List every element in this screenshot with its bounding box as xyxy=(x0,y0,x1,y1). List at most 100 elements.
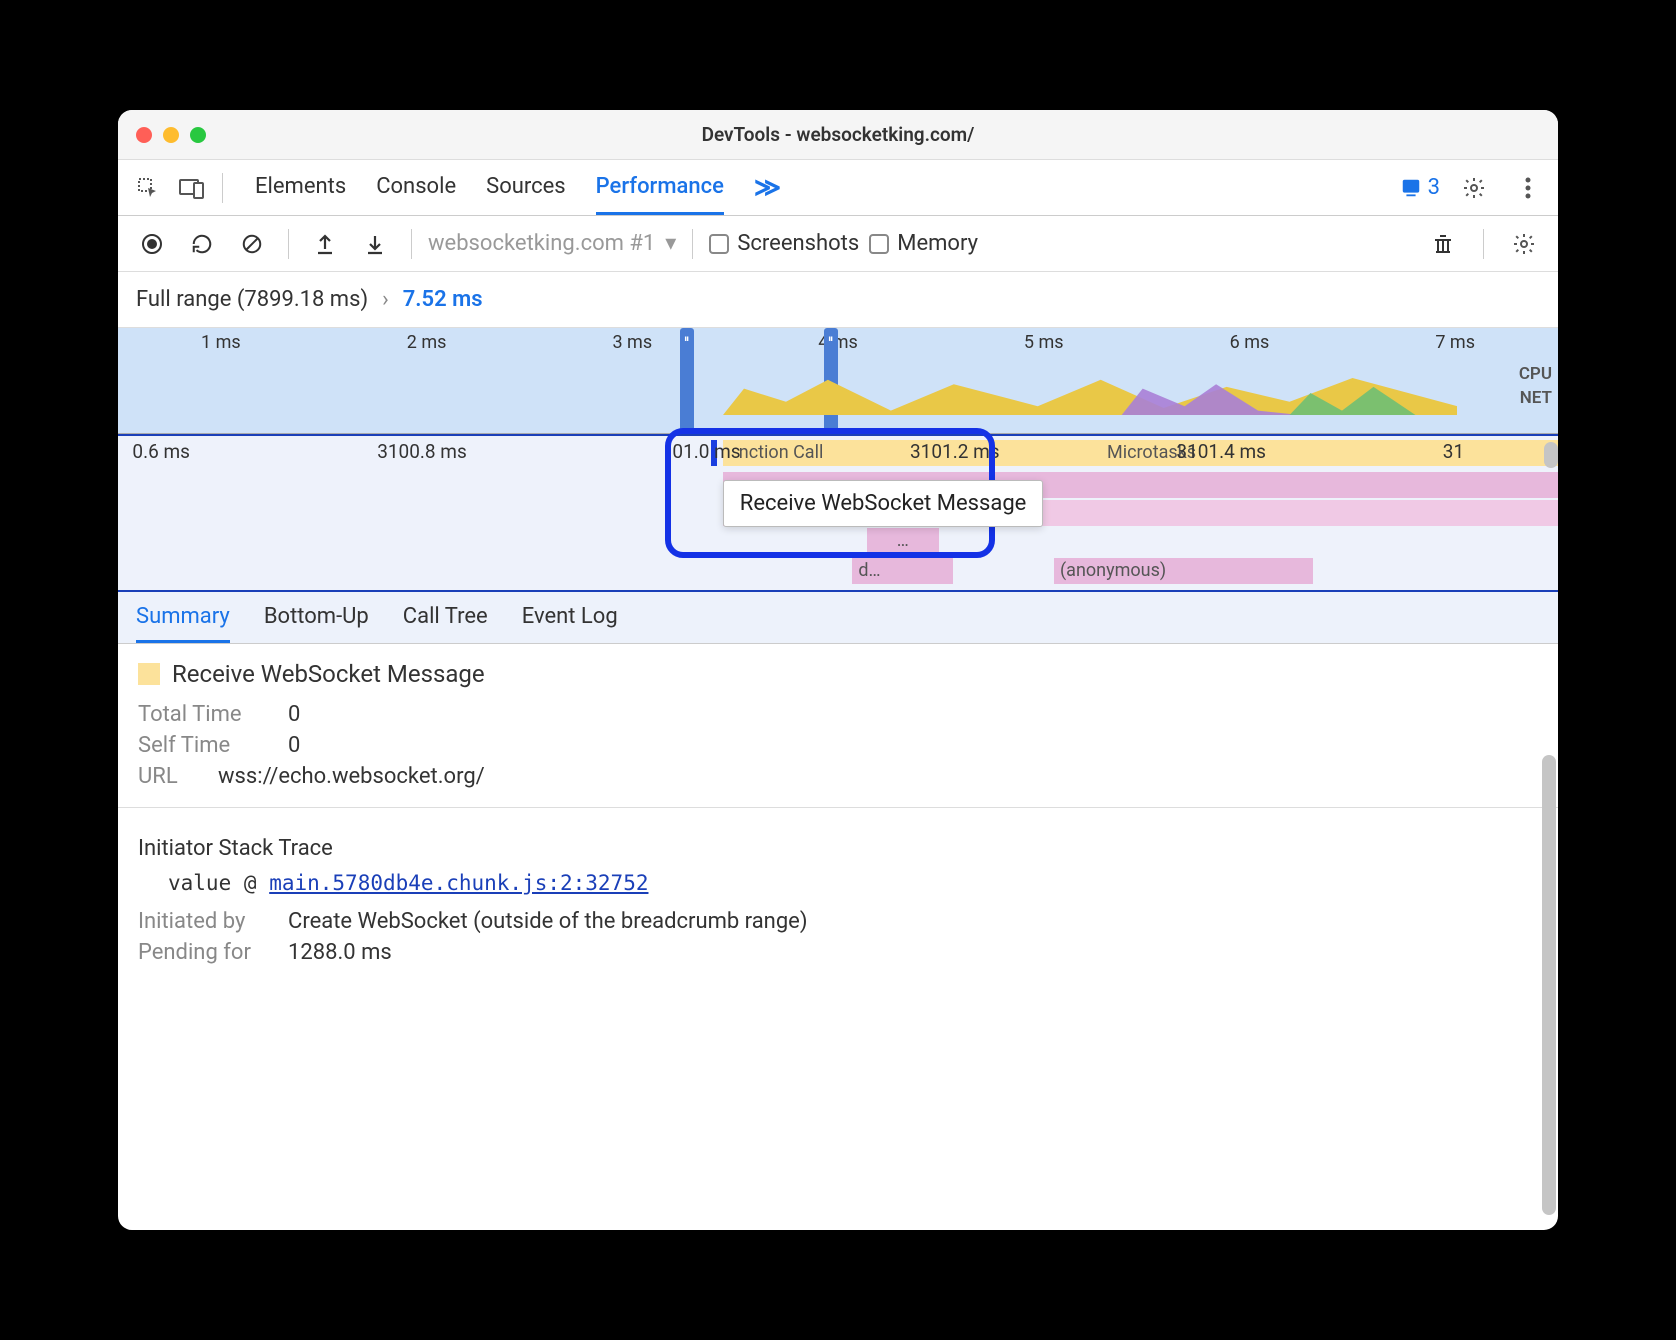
summary-url: URL wss://echo.websocket.org/ xyxy=(138,764,1538,789)
overview-lane-labels: CPU NET xyxy=(1519,362,1552,410)
tab-event-log[interactable]: Event Log xyxy=(522,592,618,643)
overview-tick: 7 ms xyxy=(1352,332,1558,353)
more-tabs-button[interactable]: ≫ xyxy=(754,173,781,203)
checkbox-box xyxy=(869,234,889,254)
stack-trace-title: Initiator Stack Trace xyxy=(138,836,1538,861)
clear-button[interactable] xyxy=(232,224,272,264)
overview-tick: 3 ms xyxy=(529,332,735,353)
screenshots-label: Screenshots xyxy=(737,231,859,256)
overview-tick: 6 ms xyxy=(1147,332,1353,353)
summary-self-time: Self Time 0 xyxy=(138,733,1538,758)
issues-button[interactable]: 3 xyxy=(1400,175,1440,200)
window-title: DevTools - websocketking.com/ xyxy=(118,123,1558,146)
memory-label: Memory xyxy=(897,231,978,256)
tab-sources[interactable]: Sources xyxy=(486,160,566,215)
kv-key: Pending for xyxy=(138,940,268,965)
panel-scrollbar-thumb[interactable] xyxy=(1542,755,1556,1215)
toolbar-divider xyxy=(411,229,412,259)
kv-key: Initiated by xyxy=(138,909,268,934)
tab-call-tree[interactable]: Call Tree xyxy=(403,592,488,643)
summary-pending-for: Pending for 1288.0 ms xyxy=(138,940,1538,965)
flame-event[interactable] xyxy=(723,528,1558,554)
settings-icon[interactable] xyxy=(1454,168,1494,208)
flame-tick: 31 xyxy=(1443,440,1464,463)
window-controls xyxy=(136,127,206,143)
checkbox-box xyxy=(709,234,729,254)
stack-link[interactable]: main.5780db4e.chunk.js:2:32752 xyxy=(269,871,648,895)
overview-cpu-chart xyxy=(723,371,1457,415)
recording-select-label: websocketking.com #1 xyxy=(428,231,655,256)
stack-at: @ xyxy=(244,871,257,895)
flame-tick: 3101.2 ms xyxy=(910,440,1000,463)
kv-key: Self Time xyxy=(138,733,268,758)
kv-value: wss://echo.websocket.org/ xyxy=(218,764,485,789)
inspect-element-icon[interactable] xyxy=(128,168,168,208)
close-window-button[interactable] xyxy=(136,127,152,143)
capture-settings-icon[interactable] xyxy=(1504,224,1544,264)
flame-event[interactable]: d… xyxy=(852,558,953,584)
panel-tabs: Elements Console Sources Performance ≫ xyxy=(255,160,781,215)
overview-tick: 1 ms xyxy=(118,332,324,353)
overview-handle-left[interactable] xyxy=(680,328,694,433)
download-profile-icon[interactable] xyxy=(355,224,395,264)
flame-tooltip: Receive WebSocket Message xyxy=(723,480,1044,527)
tab-elements[interactable]: Elements xyxy=(255,160,346,215)
breadcrumb-full-range[interactable]: Full range (7899.18 ms) xyxy=(136,287,368,312)
summary-event-name: Receive WebSocket Message xyxy=(172,660,485,688)
flame-event[interactable]: (anonymous) xyxy=(1054,558,1313,584)
flame-scrollbar-thumb[interactable] xyxy=(1544,442,1558,468)
dropdown-icon: ▾ xyxy=(665,231,676,256)
device-toolbar-icon[interactable] xyxy=(172,168,212,208)
toolbar-divider xyxy=(222,173,223,203)
stack-trace-line: value @ main.5780db4e.chunk.js:2:32752 xyxy=(168,871,1538,895)
summary-initiated-by: Initiated by Create WebSocket (outside o… xyxy=(138,909,1538,934)
chevron-right-icon: › xyxy=(382,287,389,312)
performance-toolbar: websocketking.com #1 ▾ Screenshots Memor… xyxy=(118,216,1558,272)
summary-event-header: Receive WebSocket Message xyxy=(138,660,1538,688)
flame-chart[interactable]: 0.6 ms 3100.8 ms 01.0 ms 3101.2 ms 3101.… xyxy=(118,434,1558,592)
toolbar-divider xyxy=(692,229,693,259)
flame-event-label: nction Call xyxy=(739,442,824,463)
main-toolbar: Elements Console Sources Performance ≫ 3 xyxy=(118,160,1558,216)
tab-console[interactable]: Console xyxy=(376,160,456,215)
kv-value: 1288.0 ms xyxy=(288,940,392,965)
flame-event[interactable]: nction Call Microtasks xyxy=(723,440,1558,466)
flame-tick: 0.6 ms xyxy=(132,440,190,463)
tab-performance[interactable]: Performance xyxy=(596,160,724,215)
breadcrumb: Full range (7899.18 ms) › 7.52 ms xyxy=(118,272,1558,328)
flame-tick: 01.0 ms xyxy=(672,440,740,463)
toolbar-divider xyxy=(288,229,289,259)
upload-profile-icon[interactable] xyxy=(305,224,345,264)
overview-tick: 2 ms xyxy=(324,332,530,353)
toolbar-divider xyxy=(1483,229,1484,259)
kv-key: Total Time xyxy=(138,702,268,727)
event-color-swatch xyxy=(138,663,160,685)
flame-tick: 3100.8 ms xyxy=(377,440,467,463)
more-options-icon[interactable] xyxy=(1508,168,1548,208)
detail-tabs: Summary Bottom-Up Call Tree Event Log xyxy=(118,592,1558,644)
summary-panel: Receive WebSocket Message Total Time 0 S… xyxy=(118,644,1558,1230)
summary-total-time: Total Time 0 xyxy=(138,702,1538,727)
reload-record-button[interactable] xyxy=(182,224,222,264)
overview-ticks: 1 ms 2 ms 3 ms 4 ms 5 ms 6 ms 7 ms xyxy=(118,328,1558,356)
overview-lane-cpu: CPU xyxy=(1519,362,1552,386)
collect-garbage-icon[interactable] xyxy=(1423,224,1463,264)
tab-bottom-up[interactable]: Bottom-Up xyxy=(264,592,369,643)
flame-tick: 3101.4 ms xyxy=(1176,440,1266,463)
timeline-overview[interactable]: 1 ms 2 ms 3 ms 4 ms 5 ms 6 ms 7 ms CPU N… xyxy=(118,328,1558,434)
minimize-window-button[interactable] xyxy=(163,127,179,143)
record-button[interactable] xyxy=(132,224,172,264)
breadcrumb-selected-range[interactable]: 7.52 ms xyxy=(403,287,483,312)
tab-summary[interactable]: Summary xyxy=(136,592,230,643)
issues-count: 3 xyxy=(1428,175,1440,200)
kv-value: Create WebSocket (outside of the breadcr… xyxy=(288,909,808,934)
kv-key: URL xyxy=(138,764,198,789)
flame-event[interactable]: … xyxy=(867,528,939,554)
overview-lane-net: NET xyxy=(1519,386,1552,410)
maximize-window-button[interactable] xyxy=(190,127,206,143)
overview-tick: 4 ms xyxy=(735,332,941,353)
recording-select[interactable]: websocketking.com #1 ▾ xyxy=(428,231,676,256)
memory-checkbox[interactable]: Memory xyxy=(869,231,978,256)
screenshots-checkbox[interactable]: Screenshots xyxy=(709,231,859,256)
titlebar: DevTools - websocketking.com/ xyxy=(118,110,1558,160)
